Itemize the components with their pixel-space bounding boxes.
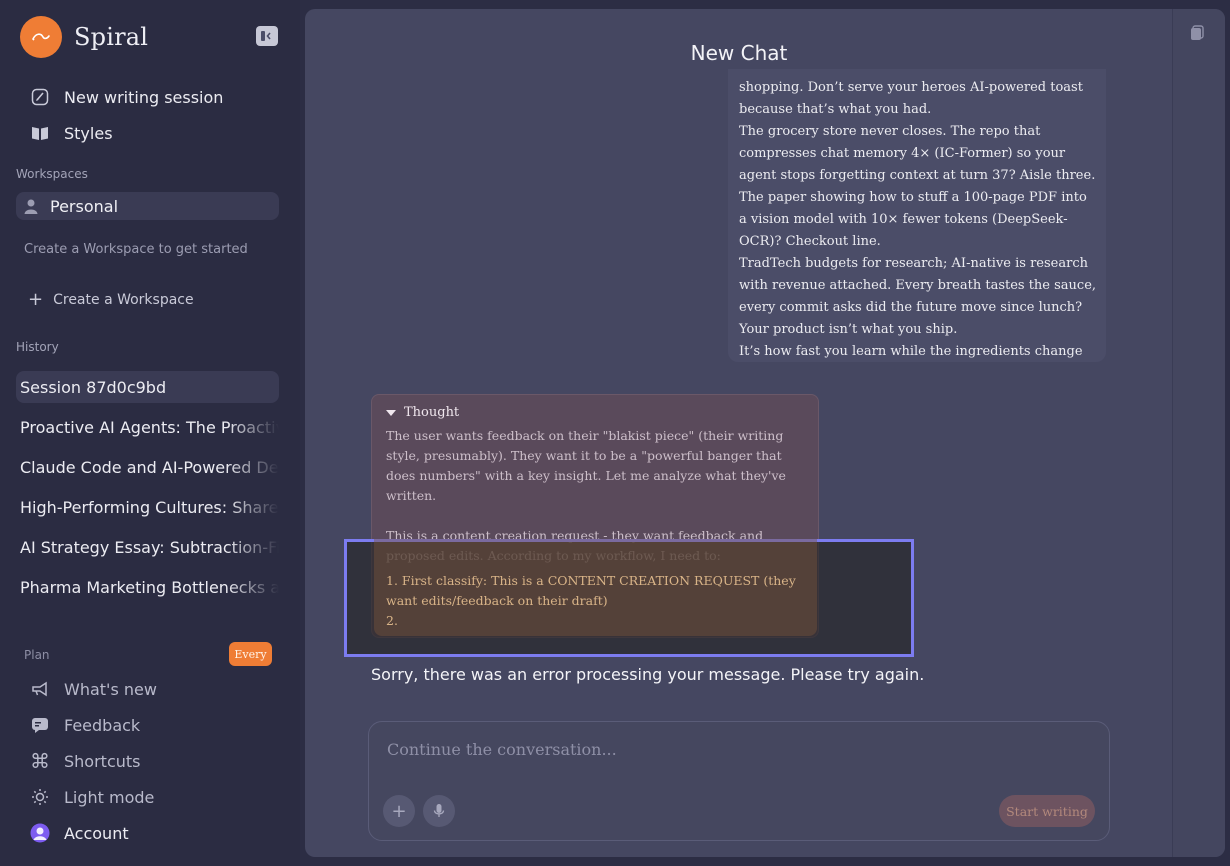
workspace-name: Personal: [50, 196, 119, 216]
add-attachment-button[interactable]: +: [383, 795, 415, 827]
command-icon: ⌘: [30, 749, 50, 773]
user-message-paragraph: shopping. Don’t serve your heroes AI-pow…: [739, 80, 1083, 117]
error-message: Sorry, there was an error processing you…: [371, 665, 925, 684]
spiral-logo-icon: [20, 16, 62, 58]
user-icon: [24, 198, 40, 214]
start-writing-button[interactable]: Start writing: [999, 795, 1095, 827]
history-item[interactable]: Session 87d0c9bd: [16, 371, 279, 403]
compose-icon: [30, 87, 50, 107]
plan-heading: Plan: [24, 648, 50, 662]
right-toolbar: [1172, 9, 1225, 857]
thought-label: Thought: [404, 405, 460, 420]
feedback-button[interactable]: Feedback: [30, 715, 140, 735]
account-label: Account: [64, 823, 129, 843]
microphone-button[interactable]: [423, 795, 455, 827]
page-title: New Chat: [690, 41, 788, 65]
user-message-paragraph: It’s how fast you learn while the ingred…: [739, 344, 1083, 359]
brand-name: Spiral: [74, 23, 149, 51]
plus-icon: +: [28, 289, 44, 310]
workspaces-heading: Workspaces: [16, 167, 88, 181]
plan-badge[interactable]: Every: [229, 642, 272, 666]
microphone-icon: [433, 804, 445, 817]
user-message-paragraph: TradTech budgets for research; AI-native…: [739, 256, 1097, 315]
thought-toggle[interactable]: Thought: [386, 405, 804, 420]
user-message-paragraph: Your product isn’t what you ship.: [739, 322, 958, 337]
light-mode-button[interactable]: Light mode: [30, 787, 154, 807]
history-heading: History: [16, 340, 59, 354]
history-item[interactable]: High-Performing Cultures: Shared: [16, 491, 279, 523]
chat-panel: New Chat shopping. Don’t serve your hero…: [305, 9, 1225, 857]
collapse-sidebar-button[interactable]: [256, 26, 278, 46]
sidebar-toggle-icon: [261, 31, 271, 41]
brand[interactable]: Spiral: [20, 16, 148, 58]
workspace-personal[interactable]: Personal: [16, 192, 279, 220]
history-item[interactable]: Proactive AI Agents: The Proactive: [16, 411, 279, 443]
user-message-paragraph: The grocery store never closes. The repo…: [739, 124, 1096, 249]
shortcuts-button[interactable]: ⌘ Shortcuts: [30, 749, 141, 773]
message-input[interactable]: Continue the conversation...: [387, 740, 617, 759]
shortcuts-label: Shortcuts: [64, 751, 141, 771]
composer: Continue the conversation... + Start wri…: [368, 721, 1110, 841]
new-writing-session-button[interactable]: New writing session: [30, 87, 223, 107]
styles-button[interactable]: Styles: [30, 123, 113, 143]
whats-new-button[interactable]: What's new: [30, 679, 157, 699]
sun-icon: [30, 787, 50, 807]
book-icon: [30, 123, 50, 143]
new-writing-session-label: New writing session: [64, 87, 224, 107]
account-button[interactable]: Account: [30, 823, 129, 843]
whats-new-label: What's new: [64, 679, 157, 699]
create-workspace-button[interactable]: + Create a Workspace: [28, 289, 194, 310]
sidebar: Spiral New writing session Styles Worksp…: [0, 0, 300, 866]
plus-icon: +: [391, 800, 407, 822]
caret-down-icon: [386, 409, 396, 416]
thought-highlighted-text: 1. First classify: This is a CONTENT CRE…: [386, 573, 796, 628]
document-icon[interactable]: [1190, 25, 1204, 45]
chat-bubble-icon: [30, 715, 50, 735]
history-item[interactable]: Pharma Marketing Bottlenecks and: [16, 571, 279, 603]
avatar-icon: [30, 823, 50, 843]
history-item[interactable]: AI Strategy Essay: Subtraction-First: [16, 531, 279, 563]
workspace-hint: Create a Workspace to get started: [24, 242, 248, 257]
create-workspace-label: Create a Workspace: [53, 291, 194, 308]
megaphone-icon: [30, 679, 50, 699]
light-mode-label: Light mode: [64, 787, 155, 807]
history-item[interactable]: Claude Code and AI-Powered Development: [16, 451, 279, 483]
feedback-label: Feedback: [64, 715, 141, 735]
styles-label: Styles: [64, 123, 113, 143]
user-message: shopping. Don’t serve your heroes AI-pow…: [728, 69, 1106, 362]
